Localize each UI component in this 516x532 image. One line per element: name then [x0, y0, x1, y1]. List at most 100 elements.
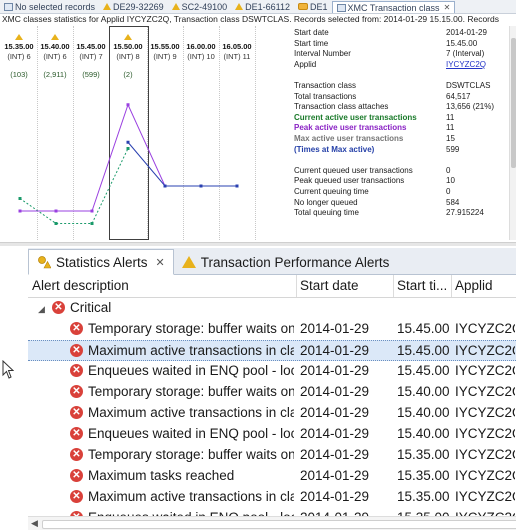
series-point: [90, 222, 94, 225]
mouse-pointer-icon: [2, 360, 14, 379]
alert-row[interactable]: ✕ Maximum active transactions in clas 2014…: [28, 340, 516, 361]
alerts-table-header: Alert description Start date Start ti...…: [28, 275, 516, 298]
collapse-arrow-icon[interactable]: ◢: [38, 304, 45, 315]
close-icon[interactable]: ✕: [156, 256, 165, 269]
database-icon: [298, 3, 309, 10]
column-divider[interactable]: [393, 275, 394, 297]
tab-de29[interactable]: DE29-32269: [99, 0, 168, 13]
series-line: [19, 148, 129, 224]
scrollbar-thumb[interactable]: [511, 38, 516, 168]
alert-description: Maximum active transactions in clas: [88, 489, 294, 504]
alert-description: Maximum active transactions in clas: [88, 405, 294, 420]
detail-row: (Times at Max active) 599: [294, 145, 506, 155]
alert-row[interactable]: ✕ Maximum tasks reached 2014-01-29 15.35.00…: [28, 466, 516, 487]
column-header-applid[interactable]: Applid: [455, 278, 515, 293]
detail-value: 15: [446, 134, 455, 143]
detail-value[interactable]: IYCYZC2Q: [446, 60, 486, 70]
warning-icon: [103, 3, 112, 10]
alert-description: Temporary storage: buffer waits on: [88, 321, 294, 336]
alert-description: Enqueues waited in ENQ pool - loca: [88, 363, 294, 378]
critical-error-icon: ✕: [70, 490, 83, 503]
detail-label: Peak queued user transactions: [294, 176, 405, 186]
alert-row[interactable]: ✕Enqueues waited in ENQ pool - loca2014-…: [28, 361, 516, 382]
detail-label: Applid: [294, 59, 317, 69]
series-line: [20, 103, 237, 212]
alert-applid: IYCYZC2Q: [455, 363, 515, 378]
scroll-left-arrow-icon[interactable]: ◀: [31, 518, 38, 529]
detail-row: Peak active user transactions 11: [294, 123, 506, 133]
close-icon[interactable]: ✕: [444, 3, 451, 12]
alert-applid: IYCYZC2Q: [455, 343, 515, 358]
tab-no-selected-records[interactable]: No selected records: [0, 0, 99, 13]
series-point: [126, 103, 130, 107]
tab-de1[interactable]: DE1: [294, 0, 332, 13]
detail-row: Max active user transactions 15: [294, 134, 506, 144]
alert-start-date: 2014-01-29: [300, 468, 370, 483]
detail-vertical-scrollbar[interactable]: [509, 26, 516, 240]
alert-start-time: 15.35.00: [397, 468, 449, 483]
column-divider[interactable]: [296, 275, 297, 297]
warning-icon: [171, 3, 180, 10]
detail-row: Current queuing time 0: [294, 187, 506, 197]
critical-error-icon: ✕: [70, 364, 83, 377]
alert-applid: IYCYZC2Q: [455, 405, 515, 420]
view-splitter[interactable]: [0, 242, 516, 246]
alert-row[interactable]: ✕ Temporary storage: buffer waits on 2014-…: [28, 319, 516, 340]
alert-row[interactable]: ✕ Enqueues waited in ENQ pool - loca 2014-…: [28, 424, 516, 445]
tab-label: XMC Transaction class: [347, 2, 440, 13]
alert-row[interactable]: ✕ Maximum active transactions in clas 2014…: [28, 403, 516, 424]
detail-label: Start time: [294, 38, 329, 48]
detail-row: Applid IYCYZC2Q: [294, 60, 506, 70]
detail-value: 0: [446, 165, 451, 175]
tab-sc2[interactable]: SC2-49100: [168, 0, 232, 13]
scrollbar-thumb[interactable]: [42, 520, 516, 529]
column-header-alert-description[interactable]: Alert description: [32, 278, 292, 293]
alert-row[interactable]: ✕Enqueues waited in ENQ pool - loca2014-…: [28, 508, 516, 516]
tab-label: DE1-66112: [245, 1, 291, 12]
detail-value: 11: [446, 112, 455, 122]
series-point: [90, 209, 94, 213]
critical-error-icon: ✕: [70, 322, 83, 335]
detail-label: Interval Number: [294, 49, 351, 59]
detail-label: No longer queued: [294, 197, 358, 207]
critical-error-icon: ✕: [70, 427, 83, 440]
interval-detail-panel: Start date 2014-01-29 Start time 15.45.00 In…: [290, 26, 508, 240]
alert-start-date: 2014-01-29: [300, 426, 370, 441]
tab-xmc-transaction-class[interactable]: XMC Transaction class ✕: [331, 0, 456, 13]
alert-start-time: 15.45.00: [397, 321, 449, 336]
detail-row: Current active user transactions 11: [294, 113, 506, 123]
detail-row: Interval Number 7 (Interval): [294, 49, 506, 59]
interval-timeline[interactable]: 15.35.00 (INT) 6 15.40.00 (INT) 6 15.45.…: [2, 26, 287, 240]
column-header-start-date[interactable]: Start date: [300, 278, 390, 293]
alert-start-time: 15.45.00: [397, 343, 449, 358]
alert-row[interactable]: ✕ Temporary storage: buffer waits on 2014-…: [28, 445, 516, 466]
detail-row: Start date 2014-01-29: [294, 28, 506, 38]
alert-description: Enqueues waited in ENQ pool - loca: [88, 426, 294, 441]
alerts-horizontal-scrollbar[interactable]: ◀: [28, 516, 516, 530]
tab-de1-66112[interactable]: DE1-66112: [231, 0, 294, 13]
tab-label: Transaction Performance Alerts: [200, 254, 390, 270]
detail-value: 0: [446, 187, 451, 196]
column-header-start-time[interactable]: Start ti...: [397, 278, 447, 293]
group-row-critical[interactable]: ◢ ✕ Critical: [28, 298, 516, 319]
tab-transaction-performance-alerts[interactable]: Transaction Performance Alerts: [174, 250, 398, 274]
detail-row: Transaction class DSWTCLAS: [294, 81, 506, 91]
series-point: [163, 184, 167, 188]
grid-icon: [4, 2, 13, 11]
critical-error-icon: ✕: [70, 406, 83, 419]
alert-applid: IYCYZC2Q: [455, 468, 515, 483]
tab-statistics-alerts[interactable]: Statistics Alerts ✕: [28, 249, 174, 275]
detail-label: Total transactions: [294, 91, 357, 101]
series-point: [54, 222, 58, 225]
records-summary: XMC classes statistics for Applid IYCYZC…: [2, 14, 499, 24]
detail-row: No longer queued 584: [294, 198, 506, 208]
detail-label: Total queuing time: [294, 208, 359, 218]
series-point: [54, 209, 58, 213]
alert-row[interactable]: ✕ Temporary storage: buffer waits on 2014-…: [28, 382, 516, 403]
critical-error-icon: ✕: [70, 469, 83, 482]
alert-applid: IYCYZC2Q: [455, 447, 515, 462]
detail-value: 584: [446, 197, 460, 207]
alert-row[interactable]: ✕ Maximum active transactions in clas 2014…: [28, 487, 516, 508]
column-divider[interactable]: [451, 275, 452, 297]
alerts-table-body: ◢ ✕ Critical ✕ Temporary storage: buffer …: [28, 298, 516, 516]
